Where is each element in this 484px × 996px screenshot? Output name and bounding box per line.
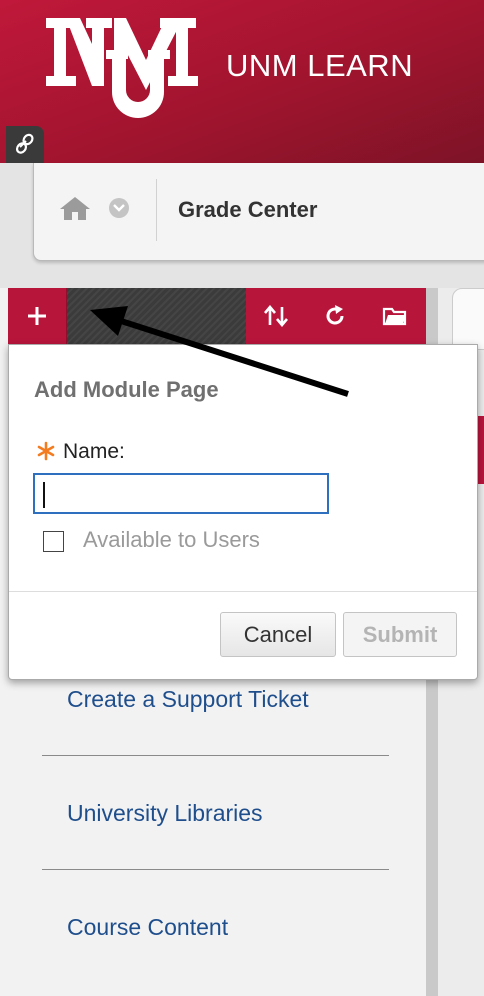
text-caret (43, 482, 45, 508)
refresh-icon (326, 305, 344, 325)
add-module-page-popup: Add Module Page Name: Available to Users… (8, 344, 478, 680)
menu-item-course-content[interactable]: Course Content (67, 914, 228, 941)
reorder-button[interactable] (246, 288, 306, 344)
available-checkbox[interactable] (43, 531, 64, 552)
cancel-button[interactable]: Cancel (220, 612, 336, 657)
menu-item-university-libraries[interactable]: University Libraries (67, 800, 263, 827)
required-asterisk-icon (37, 441, 55, 461)
chevron-down-icon[interactable] (109, 198, 129, 218)
popup-title: Add Module Page (34, 377, 219, 402)
folder-icon (382, 307, 407, 326)
menu-divider (42, 869, 389, 870)
content-tab (452, 288, 484, 350)
name-input[interactable] (33, 473, 329, 514)
manage-folder-button[interactable] (364, 288, 426, 344)
breadcrumb-current[interactable]: Grade Center (178, 197, 317, 223)
available-label: Available to Users (83, 527, 260, 552)
refresh-button[interactable] (305, 288, 365, 344)
site-header: UNM LEARN (0, 0, 484, 163)
submit-button[interactable]: Submit (343, 612, 457, 657)
brand-title: UNM LEARN (226, 48, 414, 83)
add-menu-item-button[interactable] (8, 288, 67, 344)
unm-logo-icon[interactable] (42, 14, 202, 124)
menu-item-support-ticket[interactable]: Create a Support Ticket (67, 686, 309, 713)
name-label: Name: (63, 440, 125, 463)
breadcrumb: Grade Center (33, 163, 484, 261)
sort-arrows-icon (264, 305, 288, 327)
link-icon[interactable] (6, 126, 44, 163)
menu-toolbar (8, 288, 426, 344)
menu-divider (42, 755, 389, 756)
home-icon[interactable] (58, 195, 92, 221)
plus-icon (28, 307, 46, 325)
